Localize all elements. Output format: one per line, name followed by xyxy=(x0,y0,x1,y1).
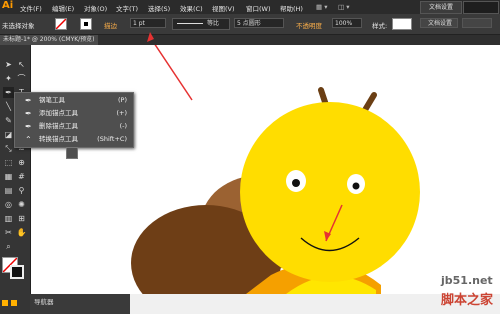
menu-view[interactable]: 视图(V) xyxy=(212,3,235,13)
opacity-field[interactable]: 100% xyxy=(332,18,362,28)
menu-help[interactable]: 帮助(H) xyxy=(280,3,303,13)
style-swatch[interactable] xyxy=(392,18,412,30)
delete-anchor-icon: ✒ xyxy=(25,122,32,131)
perspective-grid-icon[interactable]: ▦ xyxy=(3,171,14,182)
artboard-tool-icon[interactable]: ⊞ xyxy=(16,213,27,224)
preferences-button[interactable] xyxy=(462,18,492,28)
flyout-shortcut: (Shift+C) xyxy=(97,135,127,143)
selection-tool-icon[interactable]: ➤ xyxy=(3,59,14,70)
menu-effect[interactable]: 效果(C) xyxy=(180,3,203,13)
arrange-icon[interactable]: ◫ ▾ xyxy=(338,3,349,11)
flyout-label: 钢笔工具 xyxy=(39,96,65,104)
bridge-icon[interactable]: ▦ ▾ xyxy=(316,3,327,11)
mesh-tool-icon[interactable]: # xyxy=(16,171,27,182)
pupil-right xyxy=(352,182,360,190)
doc-settings-button[interactable]: 文档设置 xyxy=(420,18,458,28)
flyout-shortcut: (-) xyxy=(119,122,127,130)
gradient-tool-icon[interactable]: ▤ xyxy=(3,185,14,196)
flyout-item-pen[interactable]: ✒ 钢笔工具 (P) xyxy=(15,94,133,107)
stroke-label[interactable]: 描边 xyxy=(104,20,117,30)
workspace-button[interactable]: 文档设置 xyxy=(420,1,462,14)
pen-tool-icon[interactable]: ✒ xyxy=(3,87,14,98)
tearoff-handle[interactable] xyxy=(66,147,78,159)
app-logo: Ai xyxy=(2,0,14,11)
scale-tool-icon[interactable]: ⤡ xyxy=(3,143,14,154)
stroke-weight-field[interactable]: 1 pt xyxy=(130,18,166,28)
control-bar: 未选择对象 描边 1 pt 等比 5 点圆形 不透明度 100% 样式: 文档设… xyxy=(0,14,500,35)
menu-file[interactable]: 文件(F) xyxy=(20,3,42,13)
flyout-label: 添加锚点工具 xyxy=(39,109,78,117)
stroke-swatch[interactable] xyxy=(80,18,92,30)
symbol-sprayer-icon[interactable]: ✺ xyxy=(16,199,27,210)
lasso-icon[interactable]: ⌒ xyxy=(16,73,27,84)
pen-icon: ✒ xyxy=(25,96,32,105)
annotation-arrow-top xyxy=(154,45,193,101)
zoom-tool-icon[interactable]: ⌕ xyxy=(3,241,14,252)
brush-tool-icon[interactable]: ✎ xyxy=(3,115,14,126)
direct-selection-tool-icon[interactable]: ↖ xyxy=(16,59,27,70)
line-preview-icon xyxy=(177,23,203,24)
magic-wand-icon[interactable]: ✦ xyxy=(3,73,14,84)
graph-tool-icon[interactable]: ▥ xyxy=(3,213,14,224)
tools-panel: ➤ ↖ ✦ ⌒ ✒ T ╲ ▭ ✎ ✏ ◪ ↻ ⤡ ≈ ⬚ ⊕ ▦ # ▤ ⚲ … xyxy=(0,45,31,314)
flyout-label: 删除锚点工具 xyxy=(39,122,78,130)
opacity-label[interactable]: 不透明度 xyxy=(296,20,322,30)
snail-head xyxy=(240,102,420,282)
selection-label: 未选择对象 xyxy=(2,22,35,30)
flyout-shortcut: (+) xyxy=(116,109,127,117)
screen-mode-icon[interactable] xyxy=(11,300,17,306)
draw-mode-icon[interactable] xyxy=(2,300,8,306)
stroke-color-icon[interactable] xyxy=(10,265,24,279)
screen-mode-area xyxy=(0,294,30,314)
profile-label: 等比 xyxy=(207,20,220,27)
add-anchor-icon: ✒ xyxy=(25,109,32,118)
menu-type[interactable]: 文字(T) xyxy=(116,3,138,13)
document-tab[interactable]: 未标题-1* @ 200% (CMYK/预览) xyxy=(0,35,98,45)
arrowhead-top xyxy=(147,32,154,42)
stroke-color-icon xyxy=(84,22,88,26)
watermark-name: 脚本之家 xyxy=(441,293,494,308)
menu-bar: Ai 文件(F) 编辑(E) 对象(O) 文字(T) 选择(S) 效果(C) 视… xyxy=(0,0,500,14)
slice-tool-icon[interactable]: ✂ xyxy=(3,227,14,238)
free-transform-icon[interactable]: ⬚ xyxy=(3,157,14,168)
shape-builder-icon[interactable]: ⊕ xyxy=(16,157,27,168)
flyout-item-add-anchor[interactable]: ✒ 添加锚点工具 (+) xyxy=(15,107,133,120)
line-tool-icon[interactable]: ╲ xyxy=(3,101,14,112)
no-fill-icon xyxy=(55,18,67,30)
flyout-item-delete-anchor[interactable]: ✒ 删除锚点工具 (-) xyxy=(15,120,133,133)
flyout-item-convert-anchor[interactable]: ⌃ 转换锚点工具 (Shift+C) xyxy=(15,133,133,146)
brush-select[interactable]: 5 点圆形 xyxy=(234,18,284,28)
artboard-canvas[interactable] xyxy=(31,45,500,294)
pen-tool-flyout: ✒ 钢笔工具 (P) ✒ 添加锚点工具 (+) ✒ 删除锚点工具 (-) ⌃ 转… xyxy=(14,92,134,148)
flyout-shortcut: (P) xyxy=(118,96,127,104)
convert-anchor-icon: ⌃ xyxy=(25,135,32,144)
variable-width-select[interactable]: 等比 xyxy=(172,18,230,30)
watermark-site: jb51.net xyxy=(441,274,493,287)
search-input[interactable] xyxy=(463,1,499,14)
pupil-left xyxy=(292,179,300,187)
flyout-label: 转换锚点工具 xyxy=(39,135,78,143)
eraser-tool-icon[interactable]: ◪ xyxy=(3,129,14,140)
menu-object[interactable]: 对象(O) xyxy=(84,3,107,13)
menu-window[interactable]: 窗口(W) xyxy=(246,3,271,13)
fill-swatch[interactable] xyxy=(55,18,67,30)
eyedropper-icon[interactable]: ⚲ xyxy=(16,185,27,196)
style-label: 样式: xyxy=(372,22,388,30)
blend-tool-icon[interactable]: ◎ xyxy=(3,199,14,210)
navigator-tab[interactable]: 导航器 xyxy=(34,296,54,306)
menu-edit[interactable]: 编辑(E) xyxy=(52,3,74,13)
menu-select[interactable]: 选择(S) xyxy=(148,3,170,13)
hand-tool-icon[interactable]: ✋ xyxy=(16,227,27,238)
